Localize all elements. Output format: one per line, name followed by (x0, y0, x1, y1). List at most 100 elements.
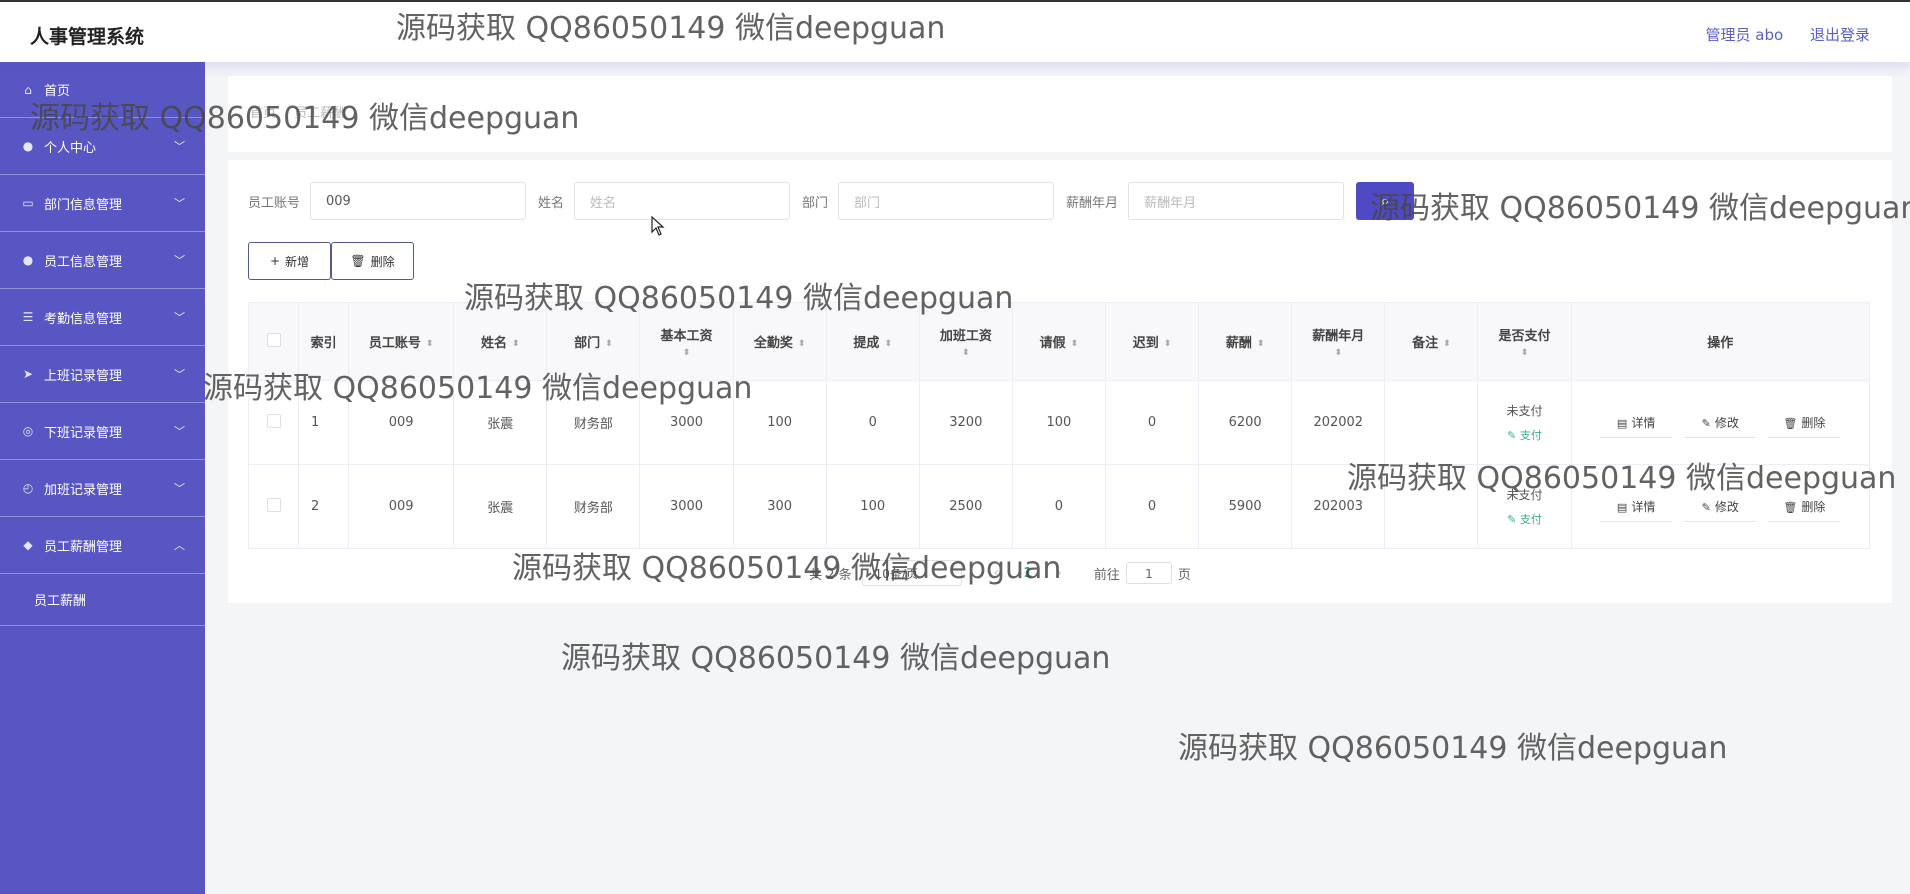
sort-icon[interactable]: ⬍ (1071, 339, 1079, 349)
cell-leave: 100 (1011, 380, 1106, 465)
goto-label: 前往 (1093, 567, 1120, 583)
pagination: 共 2 条 10条/页 ‹ 1 › 前往 1 页 (228, 560, 1892, 586)
sidebar-item-label: 首页 (44, 84, 71, 99)
sort-icon[interactable]: ⬍ (920, 348, 1012, 358)
sidebar-item-checkin[interactable]: ➤ 上班记录管理 ﹀ (0, 346, 205, 403)
sort-icon[interactable]: ⬍ (1443, 339, 1451, 349)
sort-icon[interactable]: ⬍ (1164, 339, 1172, 349)
pay-link[interactable]: ✎ 支付 (1507, 429, 1542, 442)
sidebar-item-employee[interactable]: ● 员工信息管理 ﹀ (0, 232, 205, 289)
chevron-down-icon: ﹀ (174, 368, 185, 381)
header-account[interactable]: 员工账号 ⬍ (348, 302, 455, 381)
chevron-down-icon: ﹀ (174, 425, 185, 438)
month-input[interactable]: 薪酬年月 (1128, 182, 1345, 220)
header-name[interactable]: 姓名 ⬍ (453, 302, 548, 381)
edit-button[interactable]: ✎ 修改 (1684, 492, 1757, 522)
pen-icon: ✎ (1507, 513, 1520, 526)
cell-overtime: 3200 (918, 380, 1013, 465)
name-input[interactable]: 姓名 (574, 182, 791, 220)
sidebar-item-label: 个人中心 (44, 140, 97, 156)
sort-icon[interactable]: ⬍ (1257, 339, 1265, 349)
admin-label[interactable]: 管理员 abo (1706, 26, 1784, 44)
search-form: 员工账号 009 姓名 姓名 部门 部门 薪酬年月 薪酬年月 ⌕ (248, 182, 1415, 220)
logout-link[interactable]: 退出登录 (1810, 26, 1870, 44)
page-size-select[interactable]: 10条/页 (861, 560, 962, 586)
row-checkbox[interactable] (266, 413, 281, 428)
sidebar-subitem-salary[interactable]: 员工薪酬 (0, 574, 205, 626)
sort-icon[interactable]: ⬍ (640, 348, 732, 358)
top-right-menu: 管理员 abo 退出登录 (1684, 24, 1870, 45)
search-button[interactable]: ⌕ (1356, 182, 1415, 220)
header-month[interactable]: 薪酬年月 ⬍ (1291, 302, 1386, 381)
cell-index: 2 (298, 464, 350, 549)
chevron-down-icon: ﹀ (174, 140, 185, 153)
detail-button[interactable]: ▤ 详情 (1600, 492, 1673, 522)
search-icon: ⌕ (1380, 191, 1390, 210)
account-input[interactable]: 009 (310, 182, 527, 220)
edit-button[interactable]: ✎ 修改 (1684, 408, 1757, 438)
name-label: 姓名 (538, 195, 565, 211)
header-attendance-bonus[interactable]: 全勤奖 ⬍ (732, 302, 827, 381)
detail-button[interactable]: ▤ 详情 (1600, 408, 1673, 438)
header-paid[interactable]: 是否支付 ⬍ (1477, 302, 1572, 381)
header-late[interactable]: 迟到 ⬍ (1104, 302, 1200, 381)
sidebar-item-overtime[interactable]: ◴ 加班记录管理 ﹀ (0, 460, 205, 517)
chevron-down-icon: ﹀ (174, 197, 185, 210)
add-button-label: 新增 (285, 254, 310, 269)
header-salary[interactable]: 薪酬 ⬍ (1198, 302, 1293, 381)
pay-link[interactable]: ✎ 支付 (1507, 513, 1542, 526)
next-page-icon[interactable]: › (1056, 565, 1062, 581)
header-overtime[interactable]: 加班工资 ⬍ (918, 302, 1013, 381)
header-base[interactable]: 基本工资 ⬍ (639, 302, 734, 381)
header-commission[interactable]: 提成 ⬍ (825, 302, 920, 381)
plus-icon: + (269, 254, 281, 268)
add-button[interactable]: + 新增 (248, 242, 331, 280)
sort-icon[interactable]: ⬍ (1478, 348, 1570, 358)
sidebar-item-checkout[interactable]: ◎ 下班记录管理 ﹀ (0, 403, 205, 460)
sort-icon[interactable]: ⬍ (798, 339, 806, 349)
cell-dept: 财务部 (546, 464, 641, 549)
watermark: 源码获取 QQ86050149 微信deepguan (561, 641, 1111, 676)
page-number[interactable]: 1 (1023, 566, 1032, 581)
trash-icon: 🗑 (1783, 500, 1798, 514)
sidebar-subitem-label: 员工薪酬 (34, 594, 87, 609)
sidebar-item-label: 员工信息管理 (44, 254, 123, 270)
cell-ops: ▤ 详情 ✎ 修改 🗑 删除 (1570, 464, 1871, 549)
cell-base: 3000 (639, 380, 734, 465)
row-delete-button[interactable]: 🗑 删除 (1768, 408, 1841, 438)
breadcrumb-item-home[interactable]: 首页 (250, 106, 276, 121)
sidebar-item-attendance[interactable]: ☰ 考勤信息管理 ﹀ (0, 289, 205, 346)
document-icon: ▤ (1616, 500, 1628, 514)
sidebar-item-department[interactable]: ▭ 部门信息管理 ﹀ (0, 175, 205, 232)
sidebar-item-label: 加班记录管理 (44, 482, 123, 498)
chip-icon: ◆ (23, 538, 33, 552)
sort-icon[interactable]: ⬍ (884, 339, 892, 349)
row-select-cell (247, 380, 300, 465)
delete-button[interactable]: 🗑 删除 (331, 242, 414, 280)
pen-icon: ✎ (1701, 500, 1711, 514)
header-remark[interactable]: 备注 ⬍ (1384, 302, 1479, 381)
sort-icon[interactable]: ⬍ (605, 339, 613, 349)
row-delete-button[interactable]: 🗑 删除 (1768, 492, 1841, 522)
sidebar-item-profile[interactable]: ● 个人中心 ﹀ (0, 118, 205, 175)
row-checkbox[interactable] (266, 497, 281, 512)
cell-salary: 5900 (1198, 464, 1293, 549)
top-bar: 人事管理系统 管理员 abo 退出登录 (0, 0, 1910, 62)
goto-input[interactable]: 1 (1125, 562, 1172, 584)
cell-remark (1384, 380, 1479, 465)
sidebar-item-label: 上班记录管理 (44, 368, 123, 384)
sort-icon[interactable]: ⬍ (512, 339, 520, 349)
user-icon: ● (22, 139, 34, 153)
header-leave[interactable]: 请假 ⬍ (1011, 302, 1106, 381)
sort-icon[interactable]: ⬍ (426, 339, 434, 349)
select-all-checkbox[interactable] (266, 332, 281, 347)
cell-commission: 100 (825, 464, 920, 549)
sidebar-item-salary[interactable]: ◆ 员工薪酬管理 ︿ (0, 517, 205, 574)
header-dept[interactable]: 部门 ⬍ (546, 302, 641, 381)
sort-icon[interactable]: ⬍ (1292, 348, 1384, 358)
cell-late: 0 (1104, 380, 1200, 465)
dept-input[interactable]: 部门 (838, 182, 1055, 220)
prev-page-icon[interactable]: ‹ (994, 565, 1000, 581)
sidebar-item-home[interactable]: ⌂ 首页 (0, 62, 205, 118)
pen-icon: ✎ (1507, 429, 1520, 442)
